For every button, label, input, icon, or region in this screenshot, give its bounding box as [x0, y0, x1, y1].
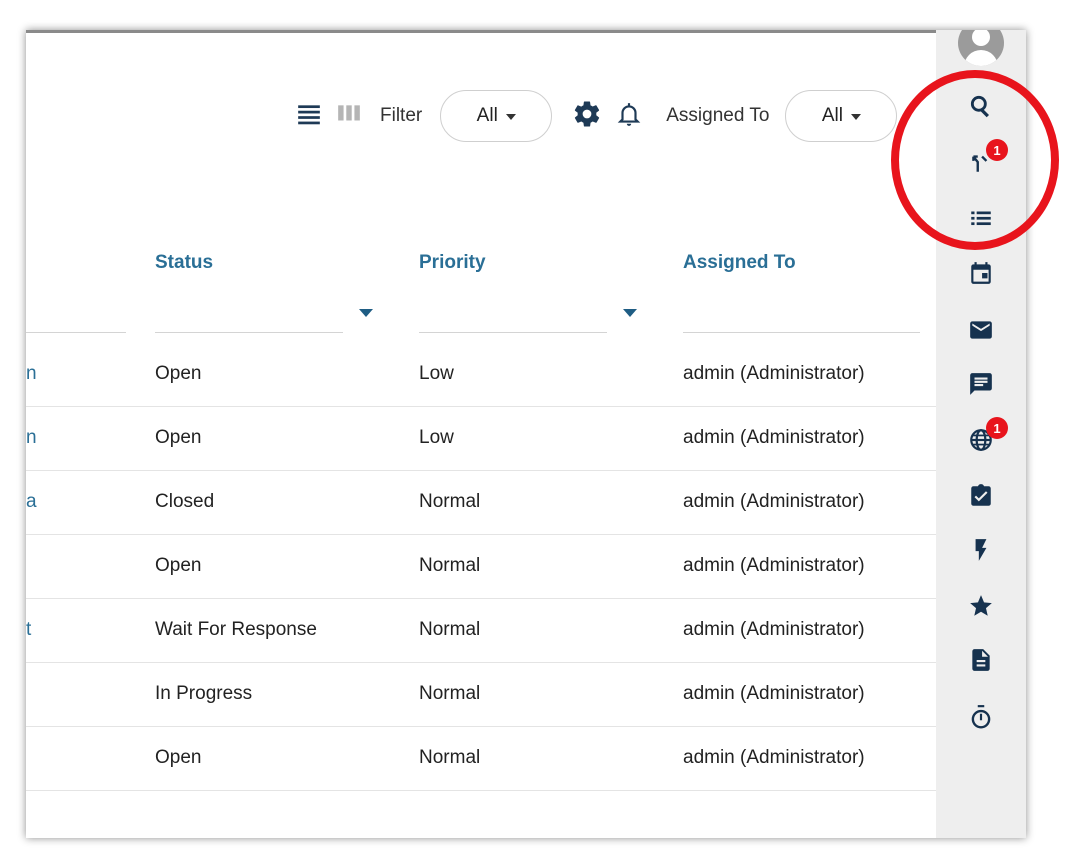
main-panel: Filter All Assigned To All Status Priori…	[26, 30, 1026, 838]
assigned-to-dropdown[interactable]: All	[785, 90, 898, 142]
calendar-icon[interactable]	[966, 258, 996, 288]
table-row[interactable]: a Closed Normal admin (Administrator)	[26, 471, 936, 535]
avatar-head	[972, 30, 990, 46]
table-row[interactable]: Open Normal admin (Administrator)	[26, 535, 936, 599]
table-row[interactable]: In Progress Normal admin (Administrator)	[26, 663, 936, 727]
chat-icon[interactable]	[966, 369, 996, 399]
row-priority: Normal	[419, 683, 481, 704]
row-assigned-to: admin (Administrator)	[683, 491, 865, 512]
annotation-circle	[891, 70, 1059, 250]
row-assigned-to: admin (Administrator)	[683, 619, 865, 640]
row-status: Open	[155, 363, 202, 384]
row-priority: Normal	[419, 619, 481, 640]
filter-dropdown[interactable]: All	[440, 90, 553, 142]
filter-line-prev	[26, 332, 126, 333]
row-priority: Low	[419, 363, 454, 384]
timer-icon[interactable]	[966, 702, 996, 732]
globe-icon[interactable]: 1	[966, 417, 1008, 455]
gear-icon[interactable]	[572, 99, 602, 134]
table-row[interactable]: n Open Low admin (Administrator)	[26, 343, 936, 407]
status-filter-field[interactable]	[155, 332, 343, 333]
row-status: Wait For Response	[155, 619, 317, 640]
chevron-down-icon[interactable]	[359, 309, 373, 317]
star-icon[interactable]	[966, 591, 996, 621]
row-priority: Normal	[419, 747, 481, 768]
assigned-to-filter-field[interactable]	[683, 332, 920, 333]
row-assigned-to: admin (Administrator)	[683, 683, 865, 704]
screen: Filter All Assigned To All Status Priori…	[0, 0, 1067, 850]
filter-dropdown-value: All	[476, 105, 498, 126]
mail-icon[interactable]	[966, 315, 996, 345]
row-priority: Normal	[419, 555, 481, 576]
chevron-down-icon[interactable]	[623, 309, 637, 317]
column-header-priority[interactable]: Priority	[419, 252, 486, 274]
row-name-fragment[interactable]: n	[26, 427, 37, 449]
globe-badge: 1	[986, 417, 1008, 439]
assigned-to-label: Assigned To	[666, 105, 770, 126]
assigned-to-dropdown-value: All	[821, 105, 843, 126]
row-assigned-to: admin (Administrator)	[683, 555, 865, 576]
row-priority: Normal	[419, 491, 481, 512]
column-view-icon[interactable]	[336, 101, 362, 132]
list-view-icon[interactable]	[296, 101, 322, 132]
table-row[interactable]: Open Normal admin (Administrator)	[26, 727, 936, 791]
row-name-fragment[interactable]: a	[26, 491, 37, 513]
table-row[interactable]: t Wait For Response Normal admin (Administr…	[26, 599, 936, 663]
chevron-down-icon	[850, 114, 861, 120]
column-header-status[interactable]: Status	[155, 252, 213, 274]
row-name-fragment[interactable]: t	[26, 619, 31, 641]
row-separator	[26, 790, 936, 791]
row-status: In Progress	[155, 683, 253, 704]
row-status: Open	[155, 555, 202, 576]
row-name-fragment[interactable]: n	[26, 363, 37, 385]
avatar-body	[964, 50, 998, 66]
task-icon[interactable]	[966, 481, 996, 511]
priority-filter-field[interactable]	[419, 332, 607, 333]
lightning-icon[interactable]	[966, 535, 996, 565]
toolbar: Filter All Assigned To All	[296, 88, 898, 144]
chevron-down-icon	[505, 114, 516, 120]
filter-label: Filter	[380, 105, 423, 126]
column-header-assigned-to[interactable]: Assigned To	[683, 252, 796, 274]
row-assigned-to: admin (Administrator)	[683, 427, 865, 448]
row-assigned-to: admin (Administrator)	[683, 363, 865, 384]
document-icon[interactable]	[966, 645, 996, 675]
row-status: Open	[155, 747, 202, 768]
avatar[interactable]	[958, 30, 1004, 66]
row-priority: Low	[419, 427, 454, 448]
row-assigned-to: admin (Administrator)	[683, 747, 865, 768]
table-row[interactable]: n Open Low admin (Administrator)	[26, 407, 936, 471]
row-status: Closed	[155, 491, 215, 512]
panel-top-edge	[26, 30, 1026, 33]
row-status: Open	[155, 427, 202, 448]
bell-icon[interactable]	[616, 101, 642, 132]
